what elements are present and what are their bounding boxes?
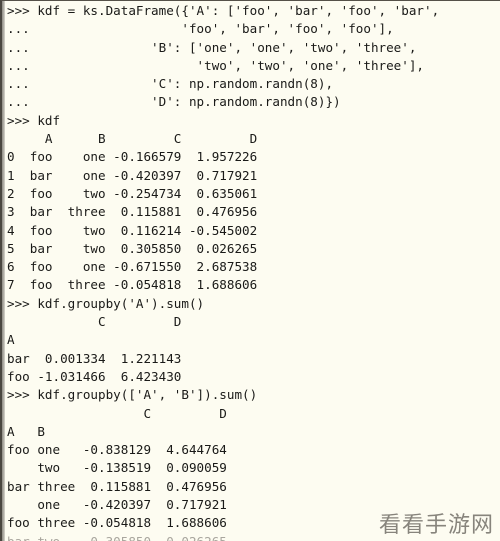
console-line-output: foo one -0.838129 4.644764: [7, 442, 227, 458]
console-line-output: bar three 0.115881 0.476956: [7, 478, 227, 494]
console-line-output: one -0.420397 0.717921: [7, 497, 227, 513]
console-line-output: C D: [7, 314, 182, 330]
console-output[interactable]: >>> kdf = ks.DataFrame({'A': ['foo', 'ba…: [7, 2, 500, 541]
console-line-input: >>> kdf.groupby(['A', 'B']).sum(): [7, 387, 258, 403]
console-line-input: ... 'D': np.random.randn(8)}): [7, 94, 341, 110]
console-line-input: ... 'two', 'two', 'one', 'three'],: [7, 57, 425, 73]
console-line-output: 5 bar two 0.305850 0.026265: [7, 240, 258, 256]
console-line-output: two -0.138519 0.090059: [7, 460, 227, 476]
console-line-output: foo -1.031466 6.423430: [7, 368, 182, 384]
console-line-output: A B: [7, 423, 45, 439]
console-line-output: 4 foo two 0.116214 -0.545002: [7, 222, 258, 238]
console-line-output: foo three -0.054818 1.688606: [7, 515, 227, 531]
console-line-output: A: [7, 332, 15, 348]
console-line-output: A B C D: [7, 131, 258, 147]
console-line-input: >>> kdf = ks.DataFrame({'A': ['foo', 'ba…: [7, 3, 440, 18]
console-line-input: ... 'C': np.random.randn(8),: [7, 76, 334, 92]
console-line-input: ... 'B': ['one', 'one', 'two', 'three',: [7, 39, 417, 55]
console-line-input: ... 'foo', 'bar', 'foo', 'foo'],: [7, 21, 394, 37]
console-line-output: 2 foo two -0.254734 0.635061: [7, 185, 258, 201]
console-line-input: >>> kdf.groupby('A').sum(): [7, 295, 205, 311]
console-line-output: 6 foo one -0.671550 2.687538: [7, 259, 258, 275]
console-line-output: 7 foo three -0.054818 1.688606: [7, 277, 258, 293]
console-line-output: 3 bar three 0.115881 0.476956: [7, 204, 258, 220]
console-line-output: C D: [7, 405, 227, 421]
console-line-output: 0 foo one -0.166579 1.957226: [7, 149, 258, 165]
console-line-output: 1 bar one -0.420397 0.717921: [7, 167, 258, 183]
console-line-output: bar 0.001334 1.221143: [7, 350, 182, 366]
console-line-output: bar two 0.305850 0.026265: [7, 533, 500, 541]
scrollbar-rail[interactable]: [2, 1, 5, 541]
console-line-input: >>> kdf: [7, 112, 61, 128]
terminal-window[interactable]: >>> kdf = ks.DataFrame({'A': ['foo', 'ba…: [0, 0, 500, 541]
